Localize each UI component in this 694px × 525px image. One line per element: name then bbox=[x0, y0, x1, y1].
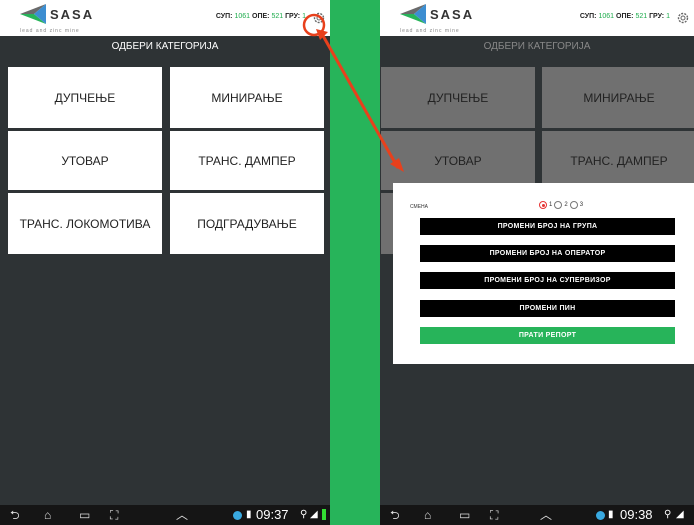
sim-icon: ▮ bbox=[608, 509, 614, 520]
shift-radio-3[interactable] bbox=[569, 201, 578, 209]
back-icon[interactable]: ⮌ bbox=[10, 508, 20, 522]
signal-icon: ◢ bbox=[676, 509, 684, 520]
recent-apps-icon[interactable]: ▭ bbox=[79, 508, 90, 522]
tile-dupchenje: ДУПЧЕЊЕ bbox=[381, 67, 535, 128]
logo-arrow-icon bbox=[400, 4, 426, 24]
shift-label: СМЕНА bbox=[410, 204, 429, 210]
tile-trans-damper: ТРАНС. ДАМПЕР bbox=[542, 131, 694, 190]
notification-icon bbox=[233, 511, 242, 520]
back-icon[interactable]: ⮌ bbox=[390, 508, 400, 522]
logo-subtitle: lead and zinc mine bbox=[20, 28, 80, 34]
change-group-button[interactable]: ПРОМЕНИ БРОЈ НА ГРУПА bbox=[420, 218, 675, 235]
gru-label: ГРУ: bbox=[285, 13, 301, 20]
sim-icon: ▮ bbox=[246, 509, 252, 520]
sup-value: 1061 bbox=[234, 13, 251, 20]
gear-icon[interactable] bbox=[312, 11, 326, 25]
clock: 09:38 bbox=[620, 507, 653, 522]
home-icon[interactable]: ⌂ bbox=[424, 508, 431, 522]
change-pin-button[interactable]: ПРОМЕНИ ПИН bbox=[420, 300, 675, 317]
tile-trans-damper[interactable]: ТРАНС. ДАМПЕР bbox=[170, 131, 324, 190]
shift-radio-1[interactable] bbox=[539, 201, 547, 209]
user-stats: СУП: 1061 ОПЕ: 521 ГРУ: 1 bbox=[216, 13, 306, 20]
tile-miniranje[interactable]: МИНИРАЊЕ bbox=[170, 67, 324, 128]
shift-radio-2-label: 2 bbox=[564, 202, 568, 208]
ope-value: 521 bbox=[271, 13, 284, 20]
tile-utovar: УТОВАР bbox=[381, 131, 535, 190]
category-header: ОДБЕРИ КАТЕГОРИЈА bbox=[483, 41, 591, 52]
tile-utovar[interactable]: УТОВАР bbox=[8, 131, 162, 190]
ope-label: ОПЕ: bbox=[616, 13, 634, 20]
send-report-button[interactable]: ПРАТИ РЕПОРТ bbox=[420, 327, 675, 344]
recent-apps-icon[interactable]: ▭ bbox=[459, 508, 470, 522]
notification-icon bbox=[596, 511, 605, 520]
up-chevron-icon[interactable]: ︿ bbox=[540, 508, 552, 522]
category-header: ОДБЕРИ КАТЕГОРИЈА bbox=[111, 41, 219, 52]
home-icon[interactable]: ⌂ bbox=[44, 508, 51, 522]
sasa-logo: SASA lead and zinc mine bbox=[400, 4, 500, 34]
right-screen: SASA lead and zinc mine СУП: 1061 ОПЕ: 5… bbox=[380, 0, 694, 525]
shift-radio-3-label: 3 bbox=[579, 202, 584, 208]
signal-icon: ◢ bbox=[310, 509, 318, 520]
change-supervisor-button[interactable]: ПРОМЕНИ БРОЈ НА СУПЕРВИЗОР bbox=[420, 272, 675, 289]
shift-radio-group: 1 2 3 bbox=[539, 201, 583, 209]
ope-label: ОПЕ: bbox=[252, 13, 270, 20]
wifi-icon: ⚲ bbox=[664, 509, 672, 520]
gru-value: 1 bbox=[666, 13, 670, 20]
top-bar: SASA lead and zinc mine СУП: 1061 ОПЕ: 5… bbox=[0, 0, 330, 36]
wifi-icon: ⚲ bbox=[300, 509, 308, 520]
tile-podgraduvanje[interactable]: ПОДГРАДУВАЊЕ bbox=[170, 193, 324, 254]
sup-label: СУП: bbox=[215, 13, 233, 20]
battery-icon bbox=[322, 509, 326, 520]
shift-radio-2[interactable] bbox=[554, 201, 563, 209]
sup-label: СУП: bbox=[579, 13, 597, 20]
gear-icon[interactable] bbox=[676, 11, 690, 25]
up-chevron-icon[interactable]: ︿ bbox=[176, 508, 188, 522]
logo-arrow-icon bbox=[20, 4, 46, 24]
settings-dialog: СМЕНА 1 2 3 ПРОМЕНИ БРОЈ НА ГРУПА ПРОМЕН… bbox=[393, 183, 694, 364]
logo-subtitle: lead and zinc mine bbox=[400, 28, 460, 34]
screenshot-icon[interactable]: ⛶ bbox=[110, 508, 118, 522]
logo-text: SASA bbox=[430, 7, 475, 22]
system-nav-bar: ⮌ ⌂ ▭ ⛶ ︿ ▮ 09:38 ⚲ ◢ bbox=[380, 505, 694, 525]
tile-trans-lokomotiva[interactable]: ТРАНС. ЛОКОМОТИВА bbox=[8, 193, 162, 254]
logo-text: SASA bbox=[50, 7, 95, 22]
gru-label: ГРУ: bbox=[649, 13, 665, 20]
sasa-logo: SASA lead and zinc mine bbox=[20, 4, 120, 34]
top-bar: SASA lead and zinc mine СУП: 1061 ОПЕ: 5… bbox=[380, 0, 694, 36]
user-stats: СУП: 1061 ОПЕ: 521 ГРУ: 1 bbox=[580, 13, 670, 20]
clock: 09:37 bbox=[256, 507, 289, 522]
gru-value: 1 bbox=[302, 13, 306, 20]
shift-radio-1-label: 1 bbox=[549, 202, 553, 208]
change-operator-button[interactable]: ПРОМЕНИ БРОЈ НА ОПЕРАТОР bbox=[420, 245, 675, 262]
ope-value: 521 bbox=[635, 13, 648, 20]
tile-miniranje: МИНИРАЊЕ bbox=[542, 67, 694, 128]
system-nav-bar: ⮌ ⌂ ▭ ⛶ ︿ ▮ 09:37 ⚲ ◢ bbox=[0, 505, 330, 525]
left-screen: SASA lead and zinc mine СУП: 1061 ОПЕ: 5… bbox=[0, 0, 330, 525]
sup-value: 1061 bbox=[598, 13, 615, 20]
screenshot-icon[interactable]: ⛶ bbox=[490, 508, 498, 522]
tile-dupchenje[interactable]: ДУПЧЕЊЕ bbox=[8, 67, 162, 128]
